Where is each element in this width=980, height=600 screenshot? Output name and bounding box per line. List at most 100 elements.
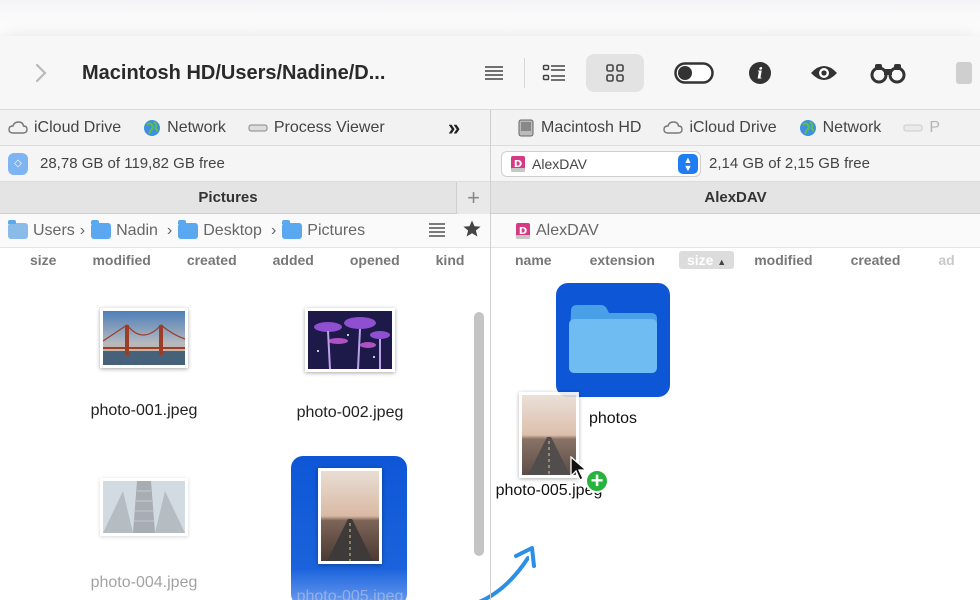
chevron-updown-icon: ▲ ▼	[678, 153, 698, 174]
column-added[interactable]: added	[273, 252, 314, 268]
file-name: photo-001.jpeg	[90, 402, 198, 419]
volume-select[interactable]: D AlexDAV ▲ ▼	[501, 150, 701, 177]
favorite-star-icon[interactable]	[462, 219, 482, 244]
column-opened[interactable]: opened	[350, 252, 400, 268]
file-name: photo-002.jpeg	[296, 404, 404, 421]
tab-label: iCloud Drive	[689, 118, 777, 136]
svg-text:i: i	[757, 65, 763, 83]
breadcrumb-label: AlexDAV	[536, 221, 599, 239]
cloud-icon	[663, 120, 684, 135]
grid-view-button[interactable]	[586, 54, 644, 92]
globe-icon	[799, 119, 817, 137]
pane-divider[interactable]	[490, 110, 491, 600]
quick-look-button[interactable]	[796, 54, 852, 92]
drag-arrow-icon	[473, 544, 538, 600]
toolbar: Macintosh HD/Users/Nadine/D... i	[0, 36, 980, 110]
breadcrumb-label: Nadin	[116, 221, 158, 239]
column-modified[interactable]: modified	[754, 252, 812, 268]
right-infobar: D AlexDAV ▲ ▼ 2,14 GB of 2,15 GB free	[491, 146, 980, 182]
drive-icon	[903, 123, 923, 133]
eye-icon	[811, 66, 837, 80]
left-tabbar: iCloud Drive Network Process Viewer »	[0, 110, 490, 146]
tab-label: Macintosh HD	[541, 118, 642, 136]
right-tabbar: Macintosh HD iCloud Drive Network P	[491, 110, 980, 146]
left-breadcrumb: Users › Nadin › Desktop › Pictures	[0, 214, 490, 248]
breadcrumb-pictures[interactable]: Pictures	[282, 219, 366, 240]
info-button[interactable]: i	[732, 54, 788, 92]
left-column-header: size modified created added opened kind	[0, 248, 490, 272]
binoculars-icon	[870, 64, 906, 84]
photo-thumbnail	[305, 308, 395, 372]
column-modified[interactable]: modified	[92, 252, 150, 268]
list-menu-icon[interactable]	[428, 222, 446, 243]
breadcrumb-label: Desktop	[203, 221, 262, 239]
globe-icon	[143, 119, 161, 137]
more-tabs-button[interactable]: »	[448, 115, 460, 141]
file-item[interactable]: photo-001.jpeg	[84, 308, 204, 420]
detail-view-button[interactable]	[526, 54, 582, 92]
column-name[interactable]: name	[515, 252, 552, 268]
right-pane-title: AlexDAV	[491, 182, 980, 214]
breadcrumb-nadine[interactable]: Nadin ›	[91, 219, 172, 240]
svg-text:D: D	[514, 159, 522, 170]
toggle-button[interactable]	[666, 54, 722, 92]
tab-process-viewer[interactable]: Process Viewer	[248, 119, 385, 137]
left-infobar: ◇ 28,78 GB of 119,82 GB free	[0, 146, 490, 182]
file-name: photo-004.jpeg	[90, 574, 198, 591]
webdav-icon: D	[511, 155, 525, 172]
list-view-button[interactable]	[466, 54, 522, 92]
tab-icloud-drive-right[interactable]: iCloud Drive	[663, 118, 777, 137]
sort-ascending-icon: ▲	[717, 257, 727, 267]
cloud-icon	[8, 120, 28, 135]
folder-icon	[567, 301, 659, 380]
column-size[interactable]: size	[30, 252, 56, 268]
column-created[interactable]: created	[187, 252, 237, 268]
left-pane-title: Pictures	[0, 182, 456, 214]
breadcrumb-alexdav[interactable]: D AlexDAV	[515, 222, 599, 240]
grid-view-icon	[606, 64, 624, 82]
breadcrumb-label: Pictures	[307, 221, 366, 239]
right-breadcrumb: D AlexDAV	[491, 214, 980, 248]
tab-label: Process Viewer	[273, 118, 385, 136]
column-kind[interactable]: kind	[436, 252, 465, 268]
tab-label: iCloud Drive	[34, 118, 122, 136]
right-free-space: 2,14 GB of 2,15 GB free	[709, 155, 870, 172]
column-label: size	[686, 252, 714, 268]
file-item[interactable]: photo-004.jpeg	[82, 478, 206, 592]
webdav-icon: D	[516, 222, 530, 239]
column-added[interactable]: ad	[938, 252, 954, 268]
volume-select-value: AlexDAV	[532, 155, 587, 172]
breadcrumb-label: Users	[33, 221, 75, 239]
tab-label: Network	[822, 118, 882, 136]
tab-network-right[interactable]: Network	[799, 118, 882, 137]
tab-macintosh-hd[interactable]: Macintosh HD	[517, 119, 641, 137]
tab-process-viewer-right[interactable]: P	[903, 119, 940, 137]
tab-icloud-drive-left[interactable]: iCloud Drive	[8, 119, 121, 137]
desktop-folder-icon	[178, 219, 199, 239]
tab-label: Network	[167, 118, 226, 136]
drive-icon	[248, 123, 268, 133]
breadcrumb-users[interactable]: Users ›	[8, 219, 85, 240]
left-scrollbar[interactable]	[474, 312, 484, 556]
new-tab-button[interactable]: +	[456, 182, 490, 214]
right-column-header: name extension size ▲ modified created a…	[491, 248, 980, 272]
column-created[interactable]: created	[851, 252, 901, 268]
search-button[interactable]	[860, 54, 916, 92]
folder-icon	[282, 219, 303, 239]
file-name: photo-005.jpeg	[296, 588, 404, 600]
toolbar-separator	[524, 58, 525, 88]
file-item-selected[interactable]: photo-005.jpeg	[286, 468, 414, 600]
breadcrumb-desktop[interactable]: Desktop ›	[178, 219, 277, 240]
column-extension[interactable]: extension	[590, 252, 655, 268]
path-title: Macintosh HD/Users/Nadine/D...	[82, 62, 386, 84]
copy-badge-icon: +	[585, 469, 609, 493]
column-size-sorted[interactable]: size ▲	[678, 251, 735, 269]
volume-stepper[interactable]: ◇	[8, 152, 28, 175]
tab-network-left[interactable]: Network	[143, 119, 226, 137]
list-view-icon	[485, 66, 503, 80]
info-icon: i	[749, 62, 771, 84]
breadcrumb-separator: ›	[270, 221, 277, 239]
toolbar-overflow-icon[interactable]	[956, 62, 972, 84]
file-item[interactable]: photo-002.jpeg	[286, 308, 414, 422]
back-chevron-icon[interactable]	[34, 62, 48, 90]
